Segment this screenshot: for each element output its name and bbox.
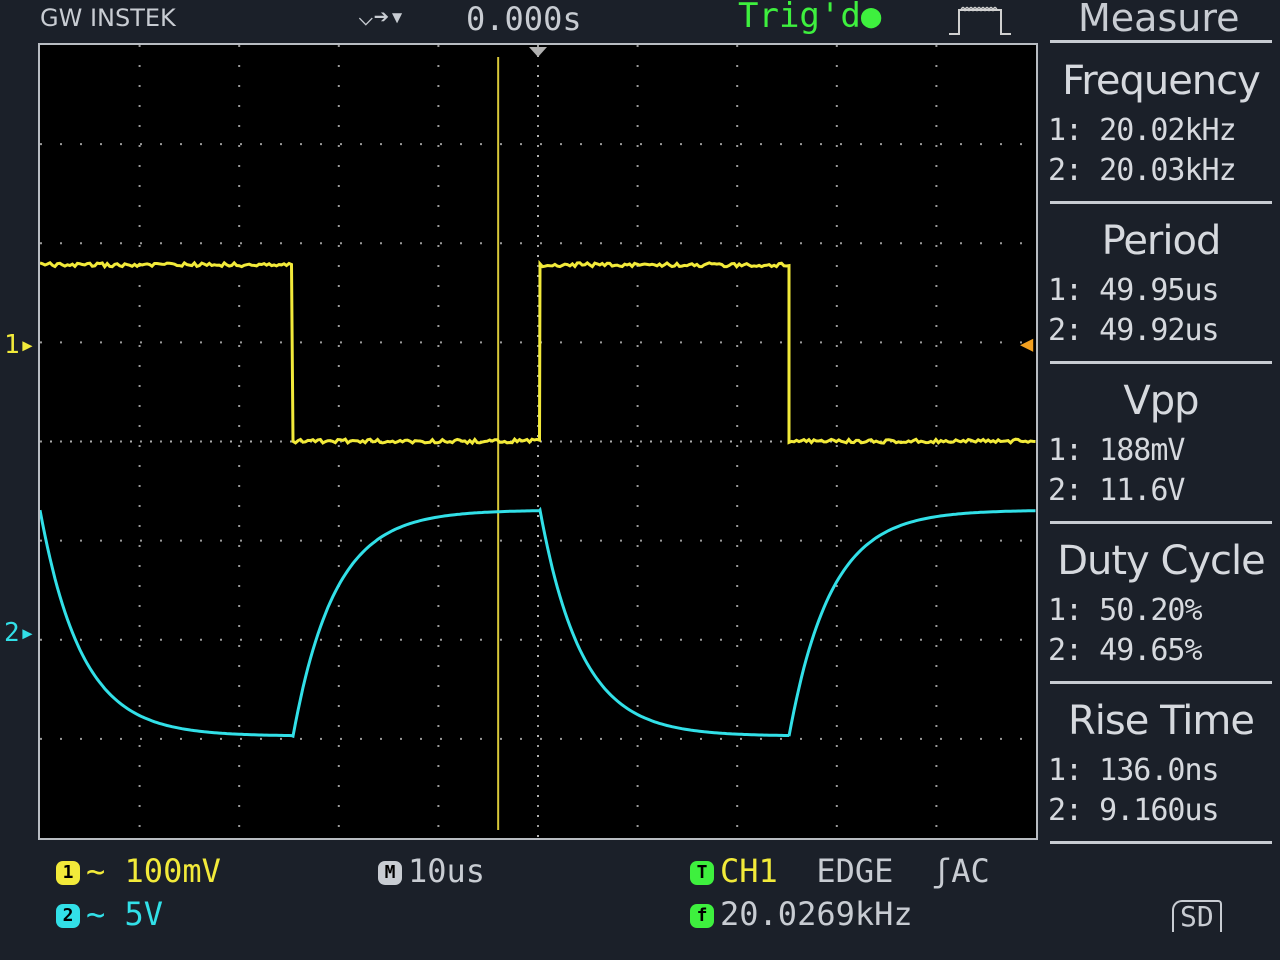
measure-ch1-value: 1: 188mV <box>1048 433 1185 468</box>
timebase[interactable]: M 10us <box>378 852 485 890</box>
time-offset: 0.000s <box>466 0 582 38</box>
waveform-plot <box>40 45 1036 838</box>
measure-ch1-value: 1: 50.20% <box>1048 593 1202 628</box>
measure-ch2-value: 2: 20.03kHz <box>1048 153 1236 188</box>
timebase-value: 10us <box>408 852 485 890</box>
ch1-marker-label: 1 <box>4 330 20 360</box>
trigger-coupling: AC <box>951 852 990 890</box>
measure-ch2-value: 2: 49.92us <box>1048 313 1219 348</box>
measure-divider <box>1050 201 1272 204</box>
measure-ch2-value: 2: 9.160us <box>1048 793 1219 828</box>
measure-title[interactable]: Duty Cycle <box>1050 538 1272 584</box>
ch1-marker: 1▸ <box>4 330 35 360</box>
menu-title: Measure <box>1078 0 1240 40</box>
ch2-coupling: ~ <box>86 895 105 933</box>
measure-divider <box>1050 361 1272 364</box>
trigger-status-text: Trig'd <box>738 0 861 36</box>
measure-ch1-value: 1: 20.02kHz <box>1048 113 1236 148</box>
measure-divider <box>1050 681 1272 684</box>
brand-logo: GW INSTEK <box>40 4 176 32</box>
rising-edge-icon: ʃ <box>932 852 951 890</box>
trigger-type: EDGE <box>816 852 893 890</box>
frequency-badge: f <box>690 904 714 928</box>
ch2-marker-label: 2 <box>4 618 20 648</box>
ch1-scale-value: 100mV <box>125 852 221 890</box>
trigger-position-icon: ⌵➔▾ <box>358 2 405 32</box>
ch1-badge: 1 <box>56 861 80 885</box>
measure-title[interactable]: Period <box>1050 218 1272 264</box>
trigger-frequency: f 20.0269kHz <box>690 895 913 933</box>
measure-ch2-value: 2: 49.65% <box>1048 633 1202 668</box>
ch2-marker: 2▸ <box>4 618 35 648</box>
ch1-coupling: ~ <box>86 852 105 890</box>
trigger-position-marker <box>529 47 547 57</box>
measure-divider <box>1050 521 1272 524</box>
sd-card-icon[interactable]: SD <box>1172 900 1222 932</box>
measure-ch1-value: 1: 136.0ns <box>1048 753 1219 788</box>
ch2-badge: 2 <box>56 904 80 928</box>
acquire-waveform-icon <box>945 0 1015 40</box>
ch2-scale[interactable]: 2 ~ 5V <box>56 895 163 933</box>
measure-divider <box>1050 841 1272 844</box>
measure-ch1-value: 1: 49.95us <box>1048 273 1219 308</box>
trigger-level-marker: ◀ <box>1020 332 1033 357</box>
trigger-source: CH1 <box>720 852 778 890</box>
ch2-scale-value: 5V <box>125 895 164 933</box>
trigger-dot-icon: ● <box>861 0 881 36</box>
measure-ch2-value: 2: 11.6V <box>1048 473 1185 508</box>
measure-title[interactable]: Rise Time <box>1050 698 1272 744</box>
ch1-scale[interactable]: 1 ~ 100mV <box>56 852 221 890</box>
ch2-waveform <box>40 510 1036 736</box>
trigger-badge: T <box>690 861 714 885</box>
measure-title[interactable]: Frequency <box>1050 58 1272 104</box>
trigger-settings[interactable]: T CH1 EDGE ʃAC <box>690 852 990 890</box>
menu-divider <box>1050 40 1272 43</box>
trigger-status: Trig'd● <box>738 0 881 36</box>
trigger-frequency-value: 20.0269kHz <box>720 895 913 933</box>
waveform-display <box>38 43 1038 840</box>
measure-title[interactable]: Vpp <box>1050 378 1272 424</box>
timebase-badge: M <box>378 861 402 885</box>
